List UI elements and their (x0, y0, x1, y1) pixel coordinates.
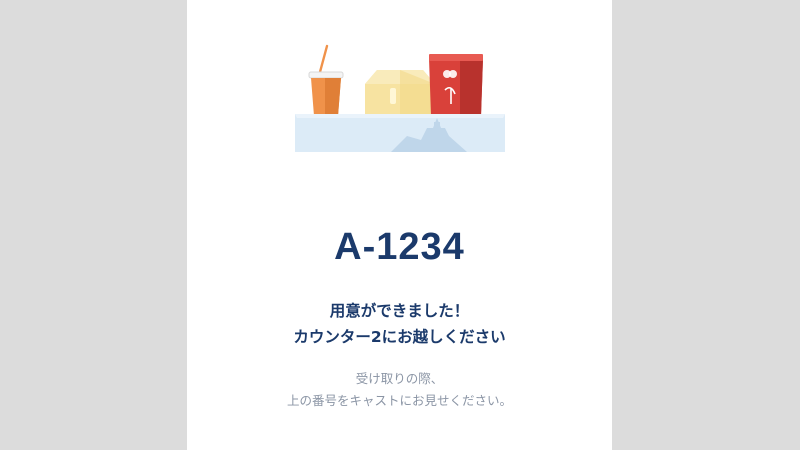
pickup-instruction: 受け取りの際、 上の番号をキャストにお見せください。 (187, 368, 612, 412)
pickup-instruction-line-1: 受け取りの際、 (355, 371, 444, 386)
order-number: A-1234 (334, 226, 465, 268)
ready-message-line-1: 用意ができました！ (329, 302, 470, 320)
pickup-instruction-line-2: 上の番号をキャストにお見せください。 (286, 393, 512, 408)
ready-message: 用意ができました！ カウンター2にお越しください (187, 298, 612, 350)
ready-message-line-2: カウンター2にお越しください (293, 328, 506, 346)
order-ready-panel: A-1234 用意ができました！ カウンター2にお越しください 受け取りの際、 … (187, 0, 612, 450)
food-tray-illustration (295, 44, 505, 152)
